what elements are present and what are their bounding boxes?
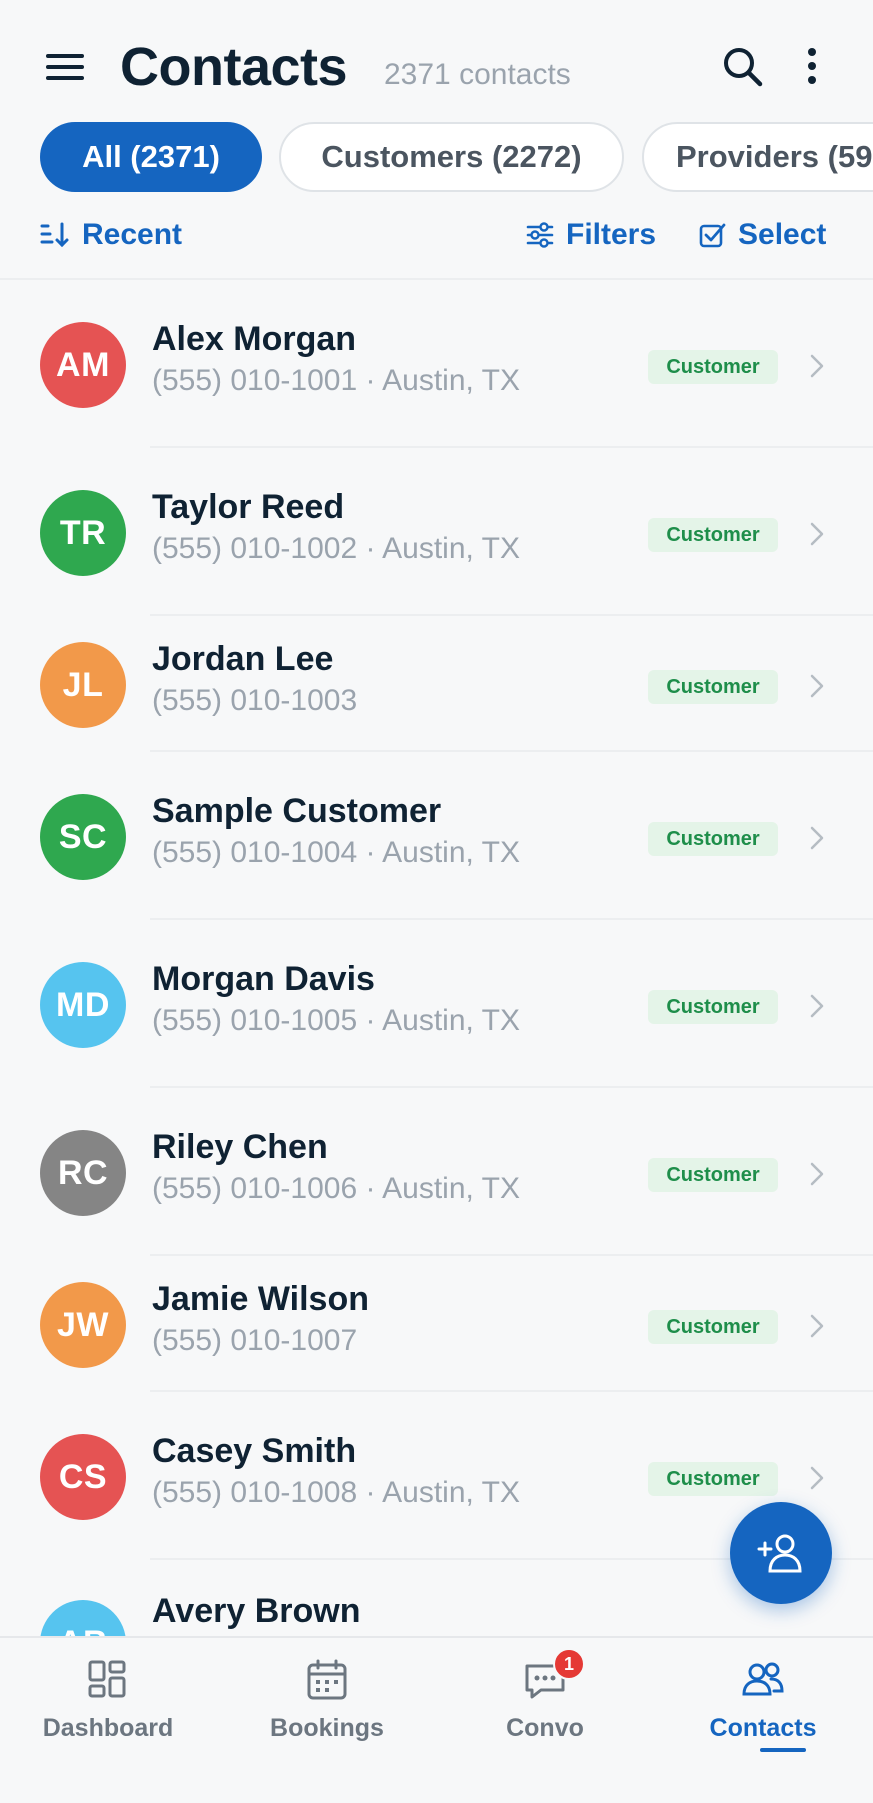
chevron-right-icon — [810, 1466, 824, 1490]
page-title: Contacts — [120, 37, 348, 97]
filter-chips: All (2371) Customers (2272) Providers (5… — [0, 122, 873, 196]
contact-meta: (555) 010-1007 — [152, 1324, 358, 1357]
nav-label: Contacts — [709, 1714, 817, 1742]
sort-button[interactable]: Recent — [40, 218, 182, 252]
list-item[interactable]: JW Jamie Wilson (555) 010-1007 Customer — [0, 1256, 873, 1392]
list-item[interactable]: JL Jordan Lee (555) 010-1003 Customer — [0, 616, 873, 752]
chevron-right-icon — [810, 1314, 824, 1338]
contact-meta: (555) 010-1003 — [152, 684, 358, 717]
status-badge: Customer — [648, 1462, 778, 1496]
nav-label: Dashboard — [42, 1714, 174, 1742]
contact-name: Taylor Reed — [152, 488, 345, 526]
chevron-right-icon — [810, 522, 824, 546]
active-tab-indicator — [760, 1748, 806, 1752]
more-options-icon[interactable] — [800, 44, 824, 90]
contact-name: Sample Customer — [152, 792, 442, 830]
chat-icon: 1 — [523, 1648, 585, 1702]
nav-label: Bookings — [270, 1714, 384, 1742]
contact-meta: (555) 010-1001 · Austin, TX — [152, 364, 520, 397]
chevron-right-icon — [810, 1162, 824, 1186]
contact-meta: (555) 010-1005 · Austin, TX — [152, 1004, 520, 1037]
avatar: AM — [40, 322, 126, 408]
contact-name: Casey Smith — [152, 1432, 357, 1470]
calendar-icon — [305, 1658, 349, 1702]
list-item[interactable]: RC Riley Chen (555) 010-1006 · Austin, T… — [0, 1088, 873, 1256]
select-label: Select — [738, 218, 827, 251]
list-item[interactable]: TR Taylor Reed (555) 010-1002 · Austin, … — [0, 448, 873, 616]
chevron-right-icon — [810, 674, 824, 698]
chip-all[interactable]: All (2371) — [40, 122, 262, 192]
avatar: TR — [40, 490, 126, 576]
nav-convo[interactable]: 1 Convo — [445, 1648, 645, 1743]
status-badge: Customer — [648, 990, 778, 1024]
status-badge: Customer — [648, 350, 778, 384]
contact-name: Riley Chen — [152, 1128, 328, 1166]
chevron-right-icon — [810, 994, 824, 1018]
avatar: MD — [40, 962, 126, 1048]
filters-label: Filters — [566, 218, 657, 251]
list-item[interactable]: SC Sample Customer (555) 010-1004 · Aust… — [0, 752, 873, 920]
search-icon[interactable] — [720, 44, 766, 90]
chevron-right-icon — [810, 354, 824, 378]
status-badge: Customer — [648, 1310, 778, 1344]
status-badge: Customer — [648, 822, 778, 856]
contact-name: Avery Brown — [152, 1592, 361, 1630]
avatar: RC — [40, 1130, 126, 1216]
avatar: JL — [40, 642, 126, 728]
contact-count: 2371 contacts — [384, 58, 571, 91]
list-toolbar: Recent Filters Select — [0, 212, 873, 262]
notification-badge: 1 — [553, 1648, 585, 1680]
contact-meta: (555) 010-1008 · Austin, TX — [152, 1476, 520, 1509]
filters-button[interactable]: Filters — [526, 218, 656, 252]
chip-providers[interactable]: Providers (59 — [642, 122, 873, 192]
select-button[interactable]: Select — [698, 218, 826, 252]
avatar: AB — [40, 1600, 126, 1638]
status-badge: Customer — [648, 518, 778, 552]
checkbox-icon — [699, 223, 726, 248]
list-item[interactable]: AM Alex Morgan (555) 010-1001 · Austin, … — [0, 280, 873, 448]
nav-bookings[interactable]: Bookings — [227, 1658, 427, 1743]
sliders-icon — [526, 222, 554, 248]
contact-name: Morgan Davis — [152, 960, 375, 998]
avatar: SC — [40, 794, 126, 880]
sort-icon — [40, 222, 69, 248]
sort-label: Recent — [82, 218, 183, 251]
bottom-navigation: Dashboard Bookings 1 Convo Contacts — [0, 1636, 873, 1803]
chip-customers[interactable]: Customers (2272) — [279, 122, 624, 192]
hamburger-menu-icon[interactable] — [44, 50, 86, 84]
add-contact-icon — [757, 1534, 802, 1573]
nav-label: Convo — [506, 1714, 584, 1742]
contacts-icon — [741, 1658, 785, 1702]
contact-name: Alex Morgan — [152, 320, 357, 358]
chevron-right-icon — [810, 826, 824, 850]
add-contact-button[interactable] — [730, 1502, 832, 1604]
nav-contacts[interactable]: Contacts — [663, 1658, 863, 1743]
avatar: JW — [40, 1282, 126, 1368]
status-badge: Customer — [648, 670, 778, 704]
app-header: Contacts 2371 contacts All (2371) Custom… — [0, 0, 873, 280]
contact-meta: (555) 010-1004 · Austin, TX — [152, 836, 520, 869]
avatar: CS — [40, 1434, 126, 1520]
contact-meta: (555) 010-1002 · Austin, TX — [152, 532, 520, 565]
contact-list: AM Alex Morgan (555) 010-1001 · Austin, … — [0, 278, 873, 1638]
list-item[interactable]: MD Morgan Davis (555) 010-1005 · Austin,… — [0, 920, 873, 1088]
nav-dashboard[interactable]: Dashboard — [8, 1658, 208, 1743]
contact-name: Jamie Wilson — [152, 1280, 369, 1318]
dashboard-icon — [86, 1658, 130, 1702]
status-badge: Customer — [648, 1158, 778, 1192]
contact-name: Jordan Lee — [152, 640, 334, 678]
contact-meta: (555) 010-1006 · Austin, TX — [152, 1172, 520, 1205]
